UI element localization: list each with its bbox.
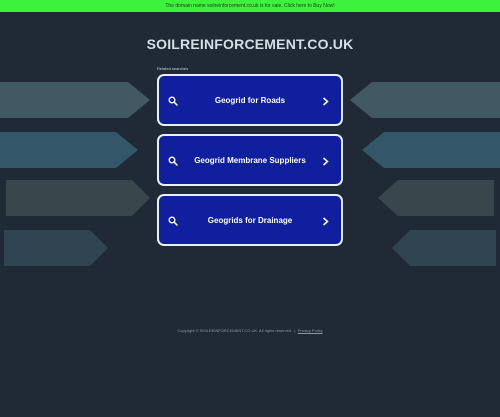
deco-arrow-left-4 bbox=[4, 230, 108, 266]
footer: Copyright © SOILREINFORCEMENT.CO.UK. All… bbox=[0, 328, 500, 333]
related-link-label: Geogrid for Roads bbox=[214, 95, 286, 105]
deco-arrow-right-3 bbox=[378, 180, 494, 216]
privacy-policy-link[interactable]: Privacy Policy bbox=[298, 328, 323, 333]
copyright-text: Copyright © SOILREINFORCEMENT.CO.UK. All… bbox=[177, 328, 293, 333]
related-link-geogrids-for-drainage[interactable]: Geogrids for Drainage bbox=[157, 194, 343, 246]
chevron-right-icon bbox=[323, 157, 329, 166]
related-link-label: Geogrids for Drainage bbox=[207, 215, 293, 225]
deco-arrow-left-1 bbox=[0, 82, 150, 118]
deco-arrow-right-1 bbox=[350, 82, 500, 118]
chevron-right-icon bbox=[323, 217, 329, 226]
footer-separator: | bbox=[294, 328, 296, 333]
search-icon bbox=[168, 96, 178, 106]
related-link-label: Geogrid Membrane Suppliers bbox=[194, 155, 306, 165]
search-icon bbox=[168, 216, 178, 226]
deco-arrow-right-4 bbox=[392, 230, 496, 266]
deco-arrow-left-3 bbox=[6, 180, 150, 216]
deco-arrow-left-2 bbox=[0, 132, 138, 168]
deco-arrow-right-2 bbox=[362, 132, 500, 168]
chevron-right-icon bbox=[323, 97, 329, 106]
search-icon bbox=[168, 156, 178, 166]
related-link-geogrid-for-roads[interactable]: Geogrid for Roads bbox=[157, 74, 343, 126]
related-link-geogrid-membrane-suppliers[interactable]: Geogrid Membrane Suppliers bbox=[157, 134, 343, 186]
related-searches-label: Related searches bbox=[157, 66, 189, 71]
